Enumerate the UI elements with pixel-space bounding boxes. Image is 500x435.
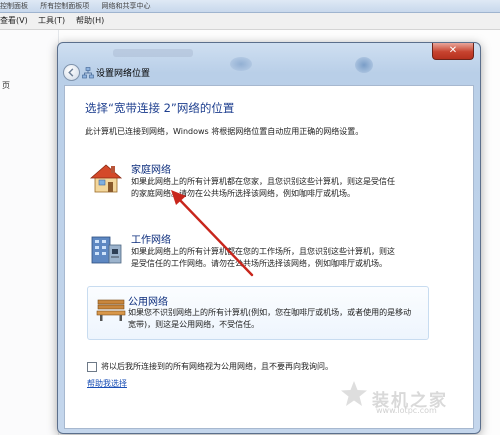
park-bench-icon [96, 299, 126, 321]
breadcrumb-item[interactable]: 所有控制面板项 [40, 2, 89, 10]
navigation-pane: 页 [0, 30, 59, 435]
menu-view[interactable]: 查看(V) [0, 15, 28, 26]
menu-bar: 查看(V) 工具(T) 帮助(H) [0, 13, 500, 30]
description-text: 此计算机已连接到网络，Windows 将根据网络位置自动应用正确的网络设置。 [85, 127, 364, 136]
public-network-description: 如果您不识别网络上的所有计算机(例如，您在咖啡厅或机场，或者使用的是移动宽带)，… [128, 308, 412, 329]
blurred-background-icon [230, 57, 252, 71]
work-network-description: 如果此网络上的所有计算机都在您的工作场所，且您识别这些计算机，则这是受信任的工作… [131, 247, 395, 268]
network-location-dialog: ✕ 设置网络位置 选择“宽带连接 2”网络的位置 此计算机已连接到网络，Wind… [57, 42, 481, 434]
page-heading: 选择“宽带连接 2”网络的位置 [85, 101, 235, 115]
breadcrumb: 控制面板 所有控制面板项 网络和共享中心 [0, 0, 160, 12]
menu-help[interactable]: 帮助(H) [76, 15, 104, 26]
close-button[interactable]: ✕ [432, 43, 474, 60]
dialog-title: 设置网络位置 [96, 69, 151, 79]
home-network-title[interactable]: 家庭网络 [131, 161, 171, 176]
back-button[interactable] [63, 64, 80, 81]
help-me-choose-link[interactable]: 帮助我选择 [87, 378, 127, 389]
office-building-icon [91, 236, 122, 264]
navigation-pane-text: 页 [2, 81, 10, 90]
public-network-option[interactable]: 公用网络 如果您不识别网络上的所有计算机(例如，您在咖啡厅或机场，或者使用的是移… [87, 286, 429, 340]
breadcrumb-item[interactable]: 网络和共享中心 [101, 2, 150, 10]
home-network-description: 如果此网络上的所有计算机都在您家，且您识别这些计算机，则这是受信任的家庭网络。请… [131, 177, 395, 198]
network-icon [82, 67, 94, 79]
work-network-title[interactable]: 工作网络 [131, 231, 171, 246]
home-network-option[interactable]: 家庭网络 如果此网络上的所有计算机都在您家，且您识别这些计算机，则这是受信任的家… [89, 161, 449, 207]
blurred-background-icon [355, 57, 373, 73]
blurred-background-title [113, 49, 193, 57]
watermark: 装机之家 www.lotpc.com [340, 378, 490, 418]
treat-all-public-label[interactable]: 将以后我所连接到的所有网络视为公用网络，且不要再向我询问。 [101, 361, 333, 372]
menu-tools[interactable]: 工具(T) [38, 15, 65, 26]
breadcrumb-item[interactable]: 控制面板 [0, 2, 28, 10]
back-arrow-icon [68, 68, 74, 77]
treat-all-public-checkbox[interactable] [87, 362, 97, 372]
explorer-title-bar: 控制面板 所有控制面板项 网络和共享中心 [0, 0, 500, 13]
watermark-url: www.lotpc.com [376, 406, 437, 415]
star-logo-icon [341, 381, 367, 406]
public-network-title[interactable]: 公用网络 [128, 293, 168, 308]
house-icon [89, 164, 123, 193]
work-network-option[interactable]: 工作网络 如果此网络上的所有计算机都在您的工作场所，且您识别这些计算机，则这是受… [89, 231, 449, 277]
